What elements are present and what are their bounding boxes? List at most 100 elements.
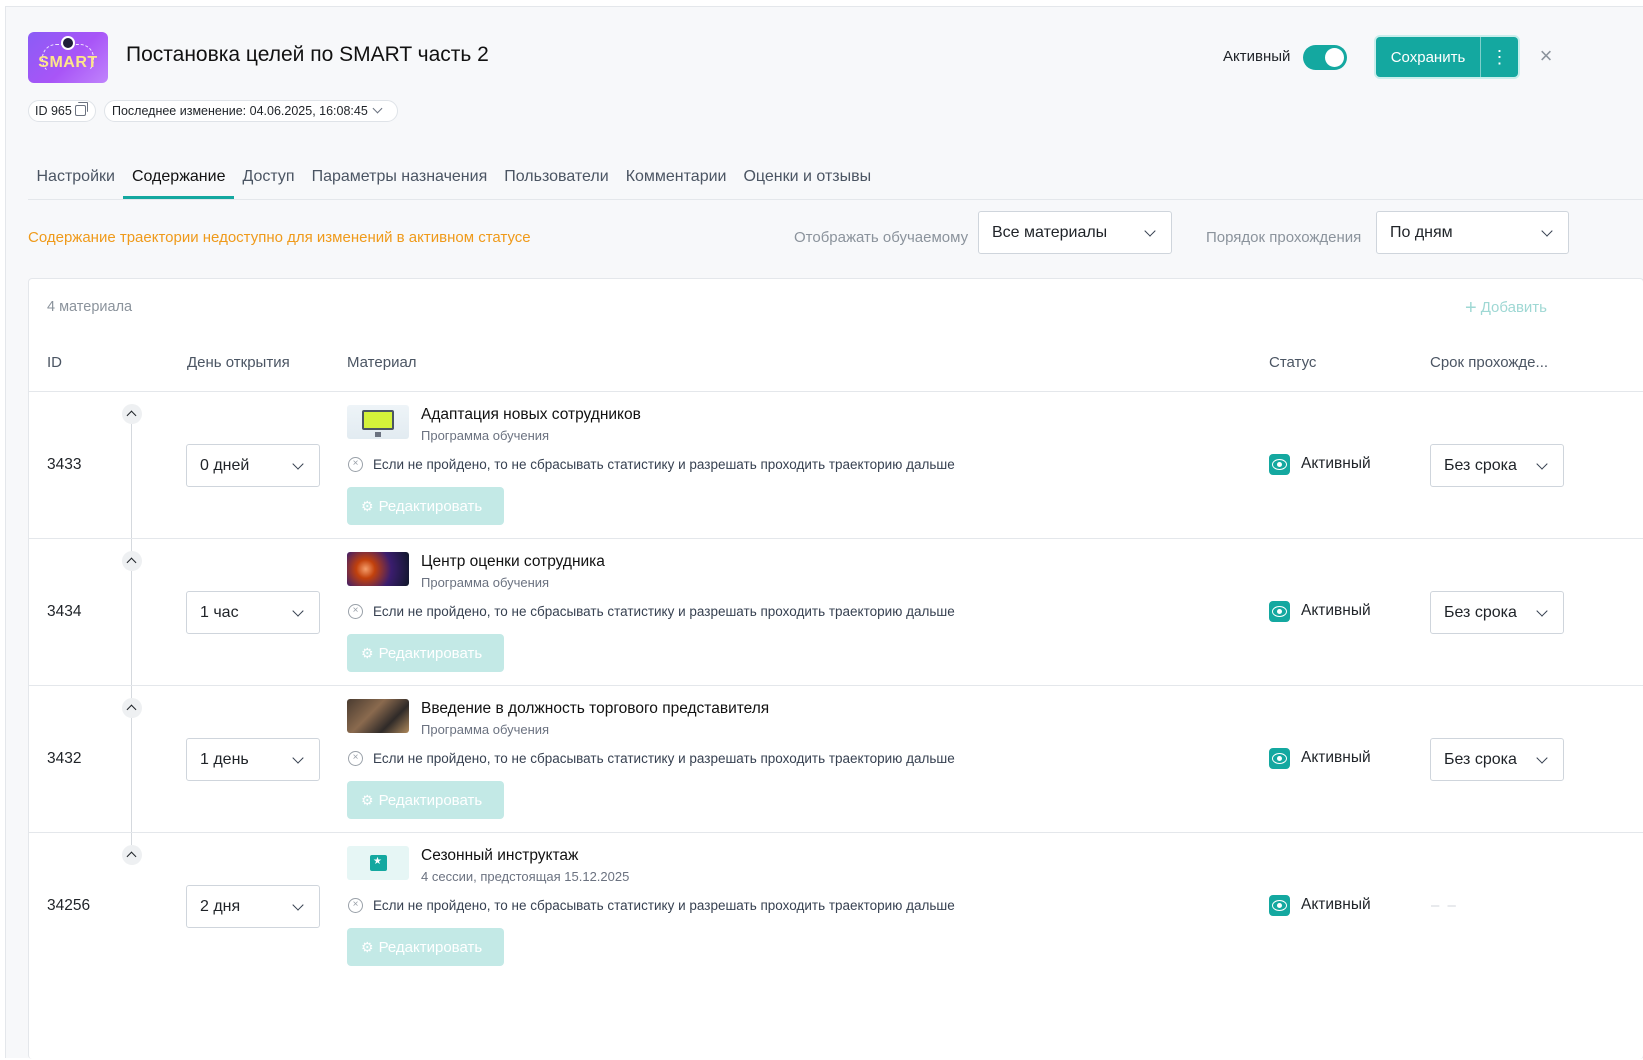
order-connector (131, 424, 132, 539)
row-id: 3433 (47, 456, 82, 473)
plus-icon: + (1465, 297, 1477, 319)
chevron-down-icon (1541, 225, 1553, 237)
move-up-icon[interactable] (122, 551, 142, 571)
tab-access[interactable]: Доступ (234, 157, 303, 199)
close-circle-icon: × (348, 751, 363, 766)
move-up-icon[interactable] (122, 404, 142, 424)
table-row: 3433 0 дней Адаптация новых сотрудников … (29, 391, 1643, 539)
material-type: Программа обучения (421, 722, 550, 737)
last-change-chip[interactable]: Последнее изменение: 04.06.2025, 16:08:4… (104, 100, 398, 122)
id-chip: ID 965 (28, 100, 96, 122)
open-day-select[interactable]: 2 дня (186, 885, 320, 928)
materials-card: 4 материала + Добавить ID День открытия М… (28, 278, 1643, 1059)
completion-rule: Если не пройдено, то не сбрасывать стати… (373, 457, 955, 472)
material-title[interactable]: Введение в должность торгового представи… (421, 700, 769, 718)
tab-users[interactable]: Пользователи (496, 157, 617, 199)
table-row: 3434 1 час Центр оценки сотрудника Прогр… (29, 538, 1643, 686)
more-options-icon[interactable]: ⋮ (1480, 37, 1518, 77)
order-value: По дням (1390, 224, 1453, 241)
status-text: Активный (1301, 455, 1371, 472)
edit-label: Редактировать (378, 497, 483, 515)
material-title[interactable]: Сезонный инструктаж (421, 847, 578, 865)
order-connector (131, 833, 132, 845)
edit-button[interactable]: ⚙ Редактировать (347, 928, 504, 966)
id-label: ID 965 (35, 104, 72, 118)
deadline-select[interactable]: Без срока (1430, 444, 1564, 487)
open-day-value: 1 час (200, 604, 239, 621)
status-text: Активный (1301, 749, 1371, 766)
open-day-value: 2 дня (200, 898, 241, 915)
completion-rule: Если не пройдено, то не сбрасывать стати… (373, 604, 955, 619)
status-text: Активный (1301, 896, 1371, 913)
edit-label: Редактировать (378, 644, 483, 662)
completion-rule: Если не пройдено, то не сбрасывать стати… (373, 751, 955, 766)
copy-icon[interactable] (74, 102, 88, 116)
tabs-divider (28, 199, 1643, 200)
show-to-learner-label: Отображать обучаемому (794, 229, 969, 246)
order-label: Порядок прохождения (1206, 229, 1362, 246)
column-header-id: ID (47, 354, 62, 371)
material-type: Программа обучения (421, 575, 550, 590)
row-id: 3434 (47, 603, 82, 620)
column-header-status: Статус (1269, 354, 1317, 371)
material-type: Программа обучения (421, 428, 550, 443)
eye-icon (1269, 895, 1290, 916)
toggle-knob (1325, 48, 1344, 67)
edit-button[interactable]: ⚙ Редактировать (347, 487, 504, 525)
chevron-down-icon (1536, 605, 1548, 617)
eye-icon (1269, 601, 1290, 622)
material-thumbnail (347, 552, 409, 586)
tab-ratings[interactable]: Оценки и отзывы (735, 157, 880, 199)
tab-assignment-params[interactable]: Параметры назначения (303, 157, 496, 199)
show-to-learner-value: Все материалы (992, 224, 1108, 241)
open-day-select[interactable]: 0 дней (186, 444, 320, 487)
course-logo: SMART (28, 32, 108, 83)
row-id: 3432 (47, 750, 82, 767)
calendar-icon (370, 855, 387, 871)
open-day-select[interactable]: 1 день (186, 738, 320, 781)
logo-text: SMART (38, 54, 98, 71)
deadline-select[interactable]: Без срока (1430, 591, 1564, 634)
material-thumbnail (347, 405, 409, 439)
gear-icon: ⚙ (361, 938, 374, 955)
eye-icon (1269, 748, 1290, 769)
page-title: Постановка целей по SMART часть 2 (126, 43, 489, 66)
order-select[interactable]: По дням (1376, 211, 1569, 254)
column-header-deadline: Срок прохожде... (1430, 354, 1549, 371)
close-circle-icon: × (348, 457, 363, 472)
chevron-down-icon (1536, 458, 1548, 470)
add-label: Добавить (1480, 299, 1547, 316)
material-title[interactable]: Центр оценки сотрудника (421, 553, 605, 571)
deadline-value: Без срока (1444, 457, 1517, 474)
close-icon[interactable]: × (1534, 44, 1558, 68)
save-button[interactable]: Сохранить (1376, 37, 1480, 77)
material-thumbnail (347, 699, 409, 733)
completion-rule: Если не пройдено, то не сбрасывать стати… (373, 898, 955, 913)
chevron-down-icon (292, 458, 304, 470)
edit-button[interactable]: ⚙ Редактировать (347, 634, 504, 672)
last-change-label: Последнее изменение: 04.06.2025, 16:08:4… (112, 104, 368, 118)
eye-icon (1269, 454, 1290, 475)
show-to-learner-select[interactable]: Все материалы (978, 211, 1172, 254)
deadline-select[interactable]: Без срока (1430, 738, 1564, 781)
material-title[interactable]: Адаптация новых сотрудников (421, 406, 641, 424)
tab-settings[interactable]: Настройки (28, 157, 123, 199)
open-day-select[interactable]: 1 час (186, 591, 320, 634)
edit-label: Редактировать (378, 791, 483, 809)
add-material-button[interactable]: + Добавить (1465, 297, 1547, 320)
close-circle-icon: × (348, 898, 363, 913)
chevron-down-icon (372, 103, 383, 114)
tab-content[interactable]: Содержание (123, 157, 234, 199)
deadline-empty: – – (1431, 897, 1458, 914)
move-up-icon[interactable] (122, 698, 142, 718)
active-toggle[interactable] (1303, 45, 1347, 70)
deadline-value: Без срока (1444, 751, 1517, 768)
material-thumbnail (347, 846, 409, 880)
edit-button[interactable]: ⚙ Редактировать (347, 781, 504, 819)
table-row: 3432 1 день Введение в должность торгово… (29, 685, 1643, 833)
move-up-icon[interactable] (122, 845, 142, 865)
tab-comments[interactable]: Комментарии (617, 157, 735, 199)
content-warning: Содержание траектории недоступно для изм… (28, 229, 531, 246)
column-header-material: Материал (347, 354, 417, 371)
gear-icon: ⚙ (361, 644, 374, 661)
